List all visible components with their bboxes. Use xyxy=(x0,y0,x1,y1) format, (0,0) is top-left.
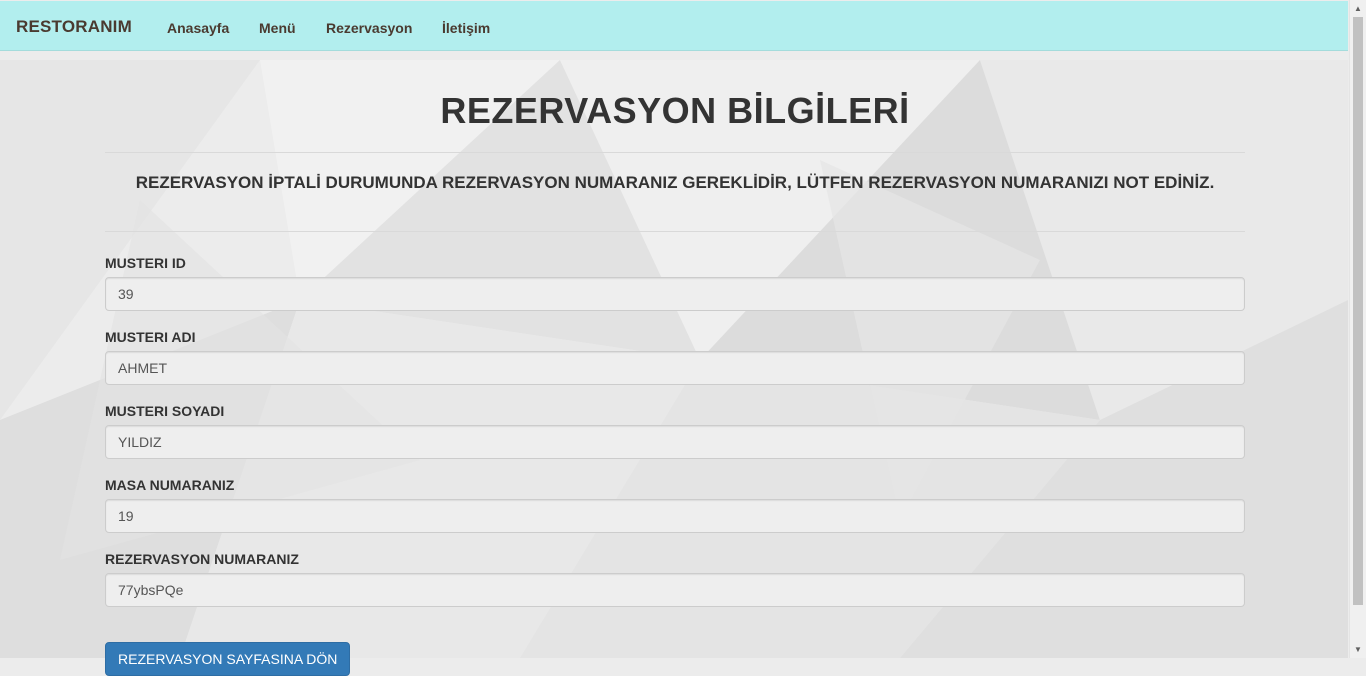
reservation-notice: REZERVASYON İPTALİ DURUMUNDA REZERVASYON… xyxy=(135,173,1215,192)
scroll-down-arrow-icon[interactable]: ▼ xyxy=(1350,641,1366,658)
divider xyxy=(105,152,1245,153)
customer-id-label: MUSTERI ID xyxy=(105,255,186,271)
page-title: REZERVASYON BİLGİLERİ xyxy=(440,90,910,131)
scroll-thumb[interactable] xyxy=(1353,17,1363,605)
reservation-number-label: REZERVASYON NUMARANIZ xyxy=(105,551,299,567)
customer-id-field[interactable] xyxy=(105,277,1245,311)
table-number-label: MASA NUMARANIZ xyxy=(105,477,235,493)
divider xyxy=(105,231,1245,232)
customer-name-label: MUSTERI ADI xyxy=(105,329,196,345)
nav-link-anasayfa[interactable]: Anasayfa xyxy=(167,20,229,36)
main-content: REZERVASYON BİLGİLERİ REZERVASYON İPTALİ… xyxy=(0,0,1348,676)
top-navbar: RESTORANIM Anasayfa Menü Rezervasyon İle… xyxy=(0,1,1348,51)
customer-surname-field[interactable] xyxy=(105,425,1245,459)
table-number-field[interactable] xyxy=(105,499,1245,533)
nav-link-menu[interactable]: Menü xyxy=(259,20,296,36)
customer-surname-label: MUSTERI SOYADI xyxy=(105,403,225,419)
brand-logo-link[interactable]: RESTORANIM xyxy=(16,17,132,37)
nav-link-iletisim[interactable]: İletişim xyxy=(442,20,490,36)
nav-link-rezervasyon[interactable]: Rezervasyon xyxy=(326,20,412,36)
back-to-reservation-button[interactable]: REZERVASYON SAYFASINA DÖN xyxy=(105,642,350,676)
vertical-scrollbar[interactable]: ▲ ▼ xyxy=(1349,0,1366,658)
scroll-up-arrow-icon[interactable]: ▲ xyxy=(1350,0,1366,17)
reservation-number-field[interactable] xyxy=(105,573,1245,607)
customer-name-field[interactable] xyxy=(105,351,1245,385)
